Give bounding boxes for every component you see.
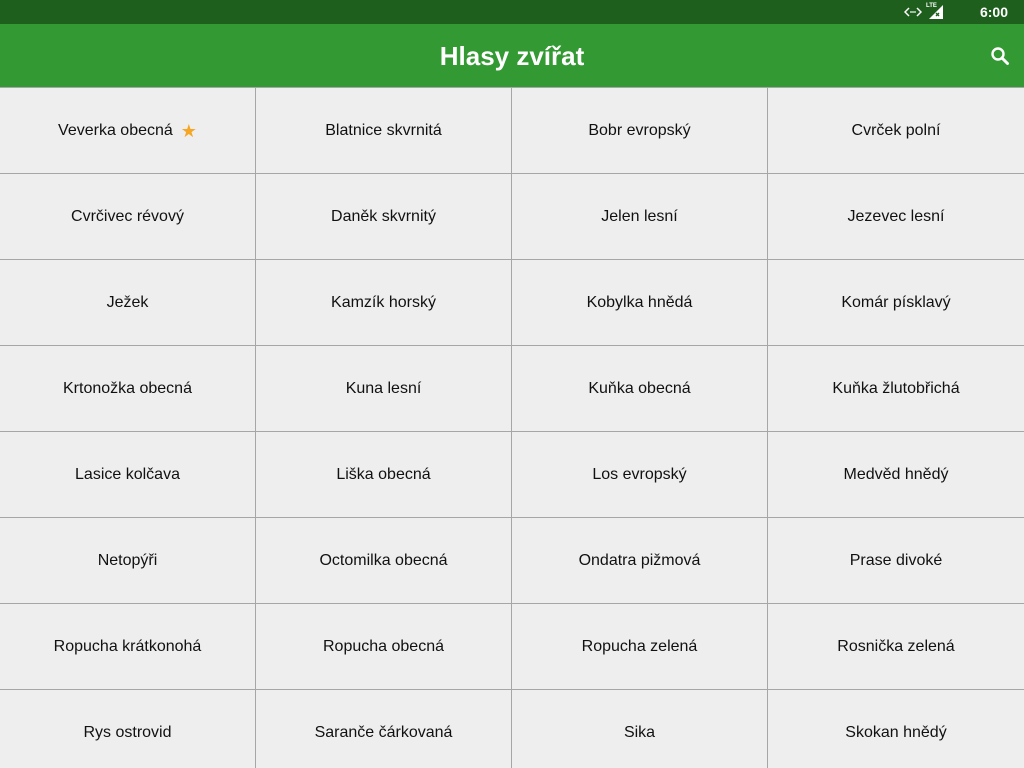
animal-tile[interactable]: Kuňka obecná	[512, 346, 768, 432]
animal-tile[interactable]: Saranče čárkovaná	[256, 690, 512, 768]
animal-tile[interactable]: Rosnička zelená	[768, 604, 1024, 690]
animal-name: Ropucha obecná	[323, 637, 444, 655]
animal-name: Medvěd hnědý	[843, 465, 949, 483]
animal-name: Krtonožka obecná	[63, 379, 192, 397]
animal-tile[interactable]: Medvěd hnědý	[768, 432, 1024, 518]
animal-name: Skokan hnědý	[845, 723, 947, 741]
animal-name: Rosnička zelená	[837, 637, 955, 655]
animal-tile[interactable]: Krtonožka obecná	[0, 346, 256, 432]
signal-icon: LTE	[926, 3, 944, 20]
animal-tile[interactable]: Ježek	[0, 260, 256, 346]
animal-name: Saranče čárkovaná	[314, 723, 453, 741]
animal-name: Netopýři	[97, 551, 158, 569]
animal-name: Jezevec lesní	[847, 207, 945, 225]
animal-name: Cvrček polní	[851, 121, 941, 139]
animal-name: Octomilka obecná	[319, 551, 448, 569]
animal-name: Veverka obecná	[58, 121, 173, 139]
animal-name: Kuňka žlutobřichá	[832, 379, 960, 397]
animal-tile[interactable]: Kuňka žlutobřichá	[768, 346, 1024, 432]
animal-tile[interactable]: Jelen lesní	[512, 174, 768, 260]
animal-name: Prase divoké	[849, 551, 943, 569]
animal-name: Lasice kolčava	[75, 465, 180, 483]
animal-tile[interactable]: Rys ostrovid	[0, 690, 256, 768]
animal-tile[interactable]: Jezevec lesní	[768, 174, 1024, 260]
animal-name: Liška obecná	[336, 465, 431, 483]
animal-name: Bobr evropský	[588, 121, 691, 139]
animal-name: Kamzík horský	[331, 293, 436, 311]
animal-name: Los evropský	[592, 465, 687, 483]
data-transfer-icon	[904, 6, 922, 18]
animal-name: Ropucha zelená	[581, 637, 698, 655]
search-button[interactable]	[982, 38, 1018, 74]
animal-tile[interactable]: Blatnice skvrnitá	[256, 88, 512, 174]
animal-tile[interactable]: Ropucha krátkonohá	[0, 604, 256, 690]
animal-tile[interactable]: Ropucha obecná	[256, 604, 512, 690]
animal-name: Kuna lesní	[345, 379, 422, 397]
animal-name: Komár písklavý	[841, 293, 951, 311]
app-bar: Hlasy zvířat	[0, 24, 1024, 88]
animal-tile[interactable]: Cvrčivec révový	[0, 174, 256, 260]
animal-grid: Veverka obecná ★ Blatnice skvrnitá Bobr evr…	[0, 87, 1024, 768]
animal-tile[interactable]: Kamzík horský	[256, 260, 512, 346]
animal-tile[interactable]: Bobr evropský	[512, 88, 768, 174]
animal-name: Kobylka hnědá	[586, 293, 693, 311]
animal-name: Jelen lesní	[601, 207, 678, 225]
animal-name: Daněk skvrnitý	[331, 207, 436, 225]
animal-tile[interactable]: Komár písklavý	[768, 260, 1024, 346]
animal-name: Kuňka obecná	[588, 379, 691, 397]
favorite-star-icon: ★	[180, 120, 197, 141]
status-icons: LTE	[904, 3, 944, 20]
animal-name: Sika	[623, 723, 656, 741]
animal-tile[interactable]: Kobylka hnědá	[512, 260, 768, 346]
animal-tile[interactable]: Los evropský	[512, 432, 768, 518]
animal-name: Ježek	[106, 293, 149, 311]
animal-tile[interactable]: Veverka obecná ★	[0, 88, 256, 174]
animal-tile[interactable]: Skokan hnědý	[768, 690, 1024, 768]
status-time: 6:00	[979, 4, 1008, 20]
app-title: Hlasy zvířat	[439, 41, 585, 71]
status-bar: LTE 6:00	[0, 0, 1024, 24]
animal-tile[interactable]: Ondatra pižmová	[512, 518, 768, 604]
animal-tile[interactable]: Sika	[512, 690, 768, 768]
animal-tile[interactable]: Liška obecná	[256, 432, 512, 518]
animal-name: Ropucha krátkonohá	[53, 637, 202, 655]
animal-tile[interactable]: Cvrček polní	[768, 88, 1024, 174]
animal-tile[interactable]: Netopýři	[0, 518, 256, 604]
animal-tile[interactable]: Prase divoké	[768, 518, 1024, 604]
search-icon	[991, 47, 1009, 65]
animal-tile[interactable]: Kuna lesní	[256, 346, 512, 432]
animal-tile[interactable]: Lasice kolčava	[0, 432, 256, 518]
animal-tile[interactable]: Ropucha zelená	[512, 604, 768, 690]
animal-name: Ondatra pižmová	[578, 551, 701, 569]
animal-name: Rys ostrovid	[83, 723, 172, 741]
animal-tile[interactable]: Octomilka obecná	[256, 518, 512, 604]
animal-name: Cvrčivec révový	[71, 207, 184, 225]
animal-name: Blatnice skvrnitá	[325, 121, 442, 139]
animal-tile[interactable]: Daněk skvrnitý	[256, 174, 512, 260]
